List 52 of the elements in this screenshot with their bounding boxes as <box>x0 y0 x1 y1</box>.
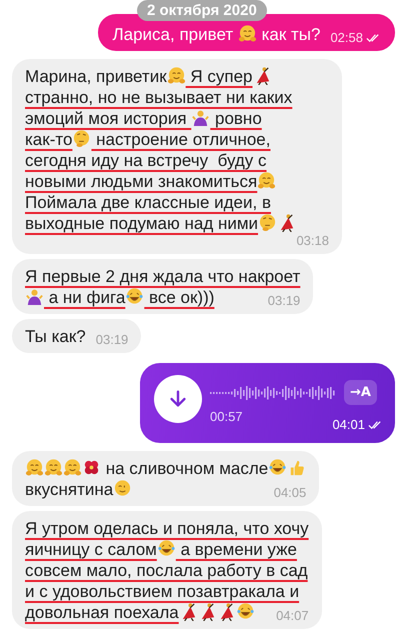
message-text: странно, но не вызывает ни каких <box>25 88 292 107</box>
message-text: на сливочном масле <box>104 459 268 478</box>
message-time: 03:19 <box>96 333 128 347</box>
laughing-face-icon <box>125 287 144 306</box>
hugging-face-icon <box>238 24 257 43</box>
message-time: 04:01 <box>332 418 365 432</box>
shrugging-person-icon <box>25 287 44 306</box>
message-text: Я супер <box>189 67 252 86</box>
download-button[interactable] <box>154 375 202 423</box>
flower-icon <box>82 458 101 477</box>
message-time: 03:18 <box>296 234 329 248</box>
message-text: эмоций моя история <box>25 109 188 128</box>
message-text: Ты как? <box>25 327 86 346</box>
message-text: а ни фига <box>48 288 126 307</box>
date-pill: 2 октября 2020 <box>137 0 267 21</box>
message-text: Лариса, привет <box>112 25 234 44</box>
message-text: и с удовольствием позавтракала и <box>25 582 300 601</box>
message-text: сегодня иду на встречу буду с <box>25 151 267 170</box>
message-text: Поймала две классные идеи, в <box>25 193 271 212</box>
winking-face-icon <box>113 479 132 498</box>
message-text: а времени уже <box>180 540 297 559</box>
message-text: Я первые 2 дня ждала что накроет <box>25 267 300 286</box>
hugging-face-icon <box>25 458 44 477</box>
hugging-face-icon <box>63 458 82 477</box>
message-text: новыми людьми знакомиться <box>25 172 258 191</box>
hugging-face-icon <box>257 171 276 190</box>
message-time: 03:19 <box>268 294 300 308</box>
laughing-face-icon <box>268 458 288 477</box>
message-text: Я утром оделась и поняла, что хочу <box>25 519 309 538</box>
message-text: совсем мало, послала работу в сад <box>25 561 308 580</box>
thinking-face-icon <box>72 129 92 148</box>
message-time: 04:05 <box>274 486 306 500</box>
message-text: выходные подумаю над ними <box>25 214 258 233</box>
message-text: все ок))) <box>148 288 214 307</box>
message-time: 04:07 <box>276 609 309 623</box>
transcribe-button[interactable]: →A <box>344 380 377 405</box>
message-text: ровно <box>214 109 262 128</box>
hugging-face-icon <box>166 66 186 85</box>
laughing-face-icon <box>156 539 176 558</box>
voice-duration: 00:57 <box>210 409 244 424</box>
message-text: Марина, приветик <box>25 67 167 86</box>
message-time: 02:58 <box>330 31 363 45</box>
message-text: довольная поехала <box>25 603 179 622</box>
message-text: как ты? <box>260 25 320 44</box>
message-text: настроение отличное, <box>95 130 270 149</box>
message-text: как-то <box>25 130 72 149</box>
hugging-face-icon <box>44 458 63 477</box>
thinking-face-icon <box>258 213 278 232</box>
laughing-face-icon <box>236 602 255 621</box>
message-text: вкуснятина <box>25 480 114 499</box>
shrugging-person-icon <box>191 108 210 127</box>
message-text: яичницу с салом <box>25 540 157 559</box>
